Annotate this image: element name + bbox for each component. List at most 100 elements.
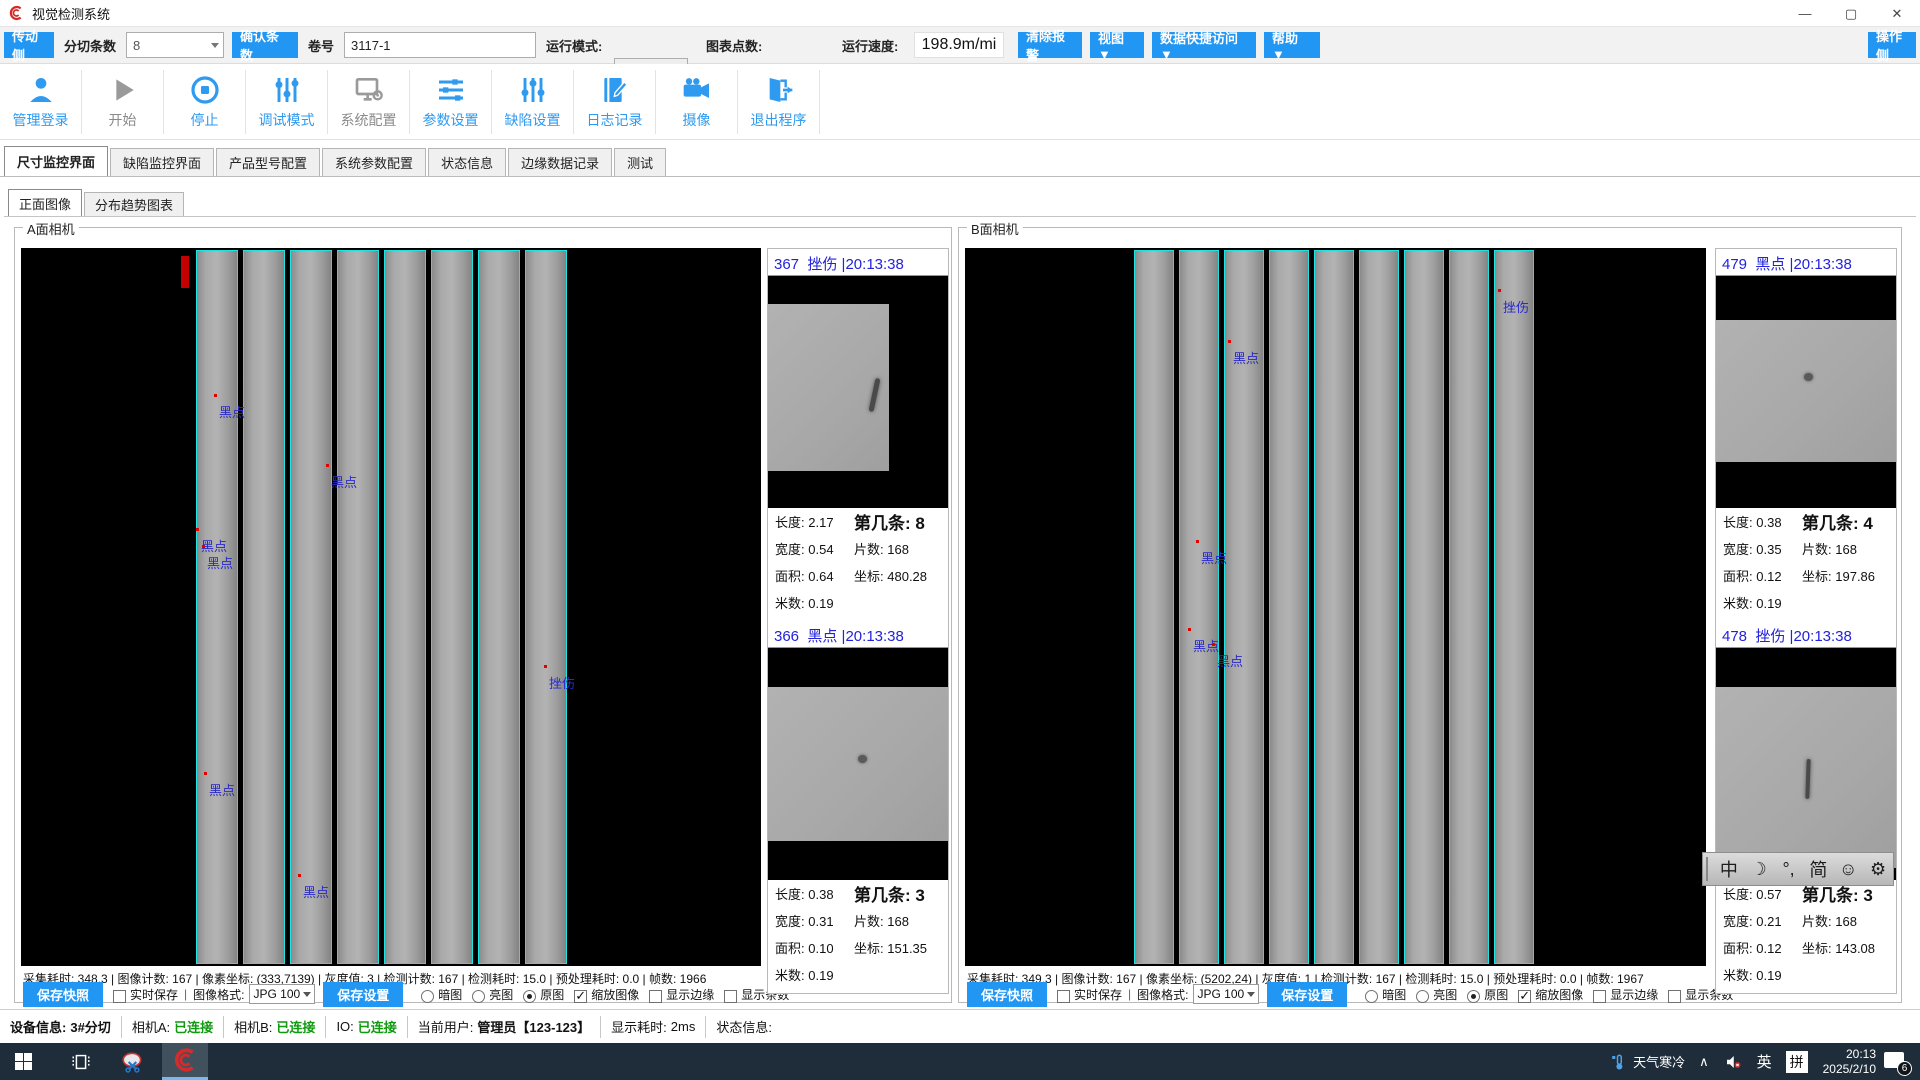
task-view-button[interactable]: [58, 1043, 104, 1080]
original-image-label: 原图: [1484, 986, 1508, 1003]
defect-point: [202, 545, 205, 548]
maximize-button[interactable]: ▢: [1828, 0, 1874, 27]
close-button[interactable]: ✕: [1874, 0, 1920, 27]
show-edge-checkbox[interactable]: [1593, 990, 1606, 1003]
toolbar-item-play[interactable]: 开始: [82, 70, 164, 134]
original-image-radio[interactable]: [1467, 990, 1480, 1003]
defect-thumbnail-region: [768, 687, 948, 840]
realtime-save-checkbox[interactable]: [1057, 990, 1070, 1003]
tab-0[interactable]: 尺寸监控界面: [4, 146, 108, 176]
slice-count-select[interactable]: 8: [126, 32, 224, 58]
image-format-select[interactable]: JPG 100: [249, 984, 316, 1004]
operate-side-button[interactable]: 操作侧: [1868, 32, 1916, 58]
taskbar-app-vision-system[interactable]: [162, 1043, 208, 1080]
tab-5[interactable]: 边缘数据记录: [508, 148, 612, 176]
defect-header: 479 黑点 |20:13:38: [1716, 251, 1896, 276]
defect-label: 黑点: [303, 882, 329, 901]
toolbar-item-label: 日志记录: [587, 110, 643, 130]
film-strip: [384, 250, 426, 964]
defect-thumbnail[interactable]: [1716, 648, 1896, 880]
help-menu-button[interactable]: 帮助 ▼: [1264, 32, 1320, 58]
show-edge-checkbox[interactable]: [649, 990, 662, 1003]
clear-alarm-button[interactable]: 清除报警: [1018, 32, 1082, 58]
ime-simplified-charset[interactable]: 简: [1803, 856, 1833, 882]
zoom-image-checkbox[interactable]: [1518, 990, 1531, 1003]
toolbar-item-debug-sliders[interactable]: 调试模式: [246, 70, 328, 134]
defect-header: 366 黑点 |20:13:38: [768, 623, 948, 648]
subtab-0[interactable]: 正面图像: [8, 189, 82, 216]
toolbar-item-camera[interactable]: 摄像: [656, 70, 738, 134]
ime-grip-handle[interactable]: [1706, 857, 1710, 881]
volume-muted-icon[interactable]: [1723, 1053, 1743, 1071]
subtab-1[interactable]: 分布趋势图表: [84, 192, 184, 216]
tab-2[interactable]: 产品型号配置: [216, 148, 320, 176]
dark-image-label: 暗图: [438, 986, 462, 1003]
defect-entry[interactable]: 367 挫伤 |20:13:38长度: 2.17第几条: 8宽度: 0.54片数…: [768, 251, 948, 616]
dark-image-radio[interactable]: [421, 990, 434, 1003]
original-image-radio[interactable]: [523, 990, 536, 1003]
quick-data-menu-button[interactable]: 数据快捷访问 ▼: [1152, 32, 1256, 58]
realtime-save-label: 实时保存: [130, 986, 178, 1003]
defect-header: 367 挫伤 |20:13:38: [768, 251, 948, 276]
start-button[interactable]: [0, 1043, 46, 1080]
action-center-button[interactable]: 6: [1884, 1050, 1910, 1074]
language-indicator[interactable]: 英: [1757, 1051, 1772, 1072]
image-format-select[interactable]: JPG 100: [1193, 984, 1260, 1004]
defect-strip-number: 3: [915, 886, 924, 905]
defect-thumbnail[interactable]: [1716, 276, 1896, 508]
defect-header: 478 挫伤 |20:13:38: [1716, 623, 1896, 648]
ime-emoticon-icon[interactable]: ☺: [1833, 859, 1863, 880]
ime-punctuation-icon[interactable]: °,: [1774, 859, 1804, 880]
defect-entry[interactable]: 366 黑点 |20:13:38长度: 0.38第几条: 3宽度: 0.31片数…: [768, 623, 948, 988]
ime-indicator[interactable]: 拼: [1786, 1051, 1808, 1073]
tab-4[interactable]: 状态信息: [428, 148, 506, 176]
defect-thumbnail[interactable]: [768, 648, 948, 880]
confirm-count-button[interactable]: 确认条数: [232, 32, 298, 58]
toolbar-item-user[interactable]: 管理登录: [0, 70, 82, 134]
snipping-tool-button[interactable]: [110, 1043, 156, 1080]
save-snapshot-button[interactable]: 保存快照: [23, 982, 103, 1007]
toolbar-item-stop[interactable]: 停止: [164, 70, 246, 134]
clock[interactable]: 20:13 2025/2/10: [1823, 1047, 1876, 1077]
tab-1[interactable]: 缺陷监控界面: [110, 148, 214, 176]
chevron-down-icon: [211, 43, 219, 48]
drive-side-button[interactable]: 传动侧: [4, 32, 54, 58]
tab-6[interactable]: 测试: [614, 148, 666, 176]
minimize-button[interactable]: —: [1782, 0, 1828, 27]
save-settings-button[interactable]: 保存设置: [1267, 982, 1347, 1007]
camera-panel-a: A面相机黑点黑点黑点黑点挫伤黑点黑点采集耗时: 348.3 | 图像计数: 16…: [14, 227, 952, 1003]
tab-3[interactable]: 系统参数配置: [322, 148, 426, 176]
view-menu-button[interactable]: 视图 ▼: [1090, 32, 1144, 58]
run-mode-label: 运行模式:: [546, 32, 602, 58]
roll-number-input[interactable]: 3117-1: [344, 32, 536, 58]
bright-image-radio[interactable]: [1416, 990, 1429, 1003]
tray-chevron-up-icon[interactable]: ∧: [1699, 1054, 1709, 1070]
ime-fullwidth-moon-icon[interactable]: ☽: [1744, 859, 1774, 880]
ime-settings-gear-icon[interactable]: ⚙: [1863, 859, 1893, 880]
film-strip: [1449, 250, 1489, 964]
ime-language-bar[interactable]: 中 ☽ °, 简 ☺ ⚙: [1702, 852, 1894, 886]
defect-thumbnail[interactable]: [768, 276, 948, 508]
defect-length: 0.38: [808, 887, 833, 902]
dark-image-radio[interactable]: [1365, 990, 1378, 1003]
toolbar-item-log-book[interactable]: 日志记录: [574, 70, 656, 134]
top-toolbar: 传动侧 分切条数 8 确认条数 卷号 3117-1 运行模式: 双面检测 图表点…: [0, 27, 1920, 64]
toolbar-item-system-config[interactable]: 系统配置: [328, 70, 410, 134]
save-snapshot-button[interactable]: 保存快照: [967, 982, 1047, 1007]
show-count-checkbox[interactable]: [724, 990, 737, 1003]
show-count-checkbox[interactable]: [1668, 990, 1681, 1003]
defect-strip-number: 4: [1863, 514, 1872, 533]
toolbar-item-defect-sliders[interactable]: 缺陷设置: [492, 70, 574, 134]
weather-tray-item[interactable]: 天气寒冷: [1610, 1052, 1685, 1072]
toolbar-item-label: 管理登录: [13, 110, 69, 130]
defect-entry[interactable]: 479 黑点 |20:13:38长度: 0.38第几条: 4宽度: 0.35片数…: [1716, 251, 1896, 616]
realtime-save-checkbox[interactable]: [113, 990, 126, 1003]
save-settings-button[interactable]: 保存设置: [323, 982, 403, 1007]
defect-entry[interactable]: 478 挫伤 |20:13:38长度: 0.57第几条: 3宽度: 0.21片数…: [1716, 623, 1896, 988]
ime-mode-chinese[interactable]: 中: [1714, 856, 1744, 882]
zoom-image-checkbox[interactable]: [574, 990, 587, 1003]
bright-image-radio[interactable]: [472, 990, 485, 1003]
toolbar-item-params-sliders[interactable]: 参数设置: [410, 70, 492, 134]
icon-toolbar: 管理登录 开始 停止 调试模式 系统配置 参数设置 缺陷设置 日志记录 摄像 退…: [0, 64, 1920, 140]
toolbar-item-exit-door[interactable]: 退出程序: [738, 70, 820, 134]
